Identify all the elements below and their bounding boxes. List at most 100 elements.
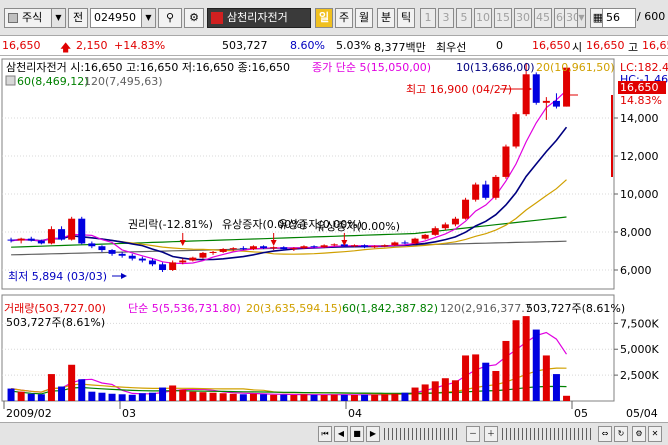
count-input[interactable]: 56 — [602, 8, 636, 28]
ma120-label: 120(7,495,63) — [84, 75, 163, 88]
volume-bar — [68, 364, 76, 401]
zoom-in-icon[interactable]: ＋ — [484, 426, 498, 442]
volume-bar — [361, 394, 369, 401]
current-price-tag-text: 16,650 — [620, 81, 659, 94]
stop-icon[interactable]: ■ — [350, 426, 364, 442]
period-day-button[interactable]: 일 — [315, 8, 333, 28]
candle-body — [522, 74, 530, 115]
price-tick-label: 8,000 — [620, 226, 652, 239]
candle-body — [27, 238, 35, 241]
candle-body — [270, 247, 278, 249]
volume-bar — [17, 391, 25, 401]
period-month-button[interactable]: 월 — [355, 8, 373, 28]
minute-3-button[interactable]: 3 — [438, 8, 454, 28]
candle-body — [431, 228, 439, 235]
search-icon: ⚲ — [165, 11, 175, 24]
candle-body — [350, 245, 358, 247]
x-tick-label: 2009/02 — [6, 407, 52, 420]
price-tick-label: 14,000 — [620, 112, 659, 125]
chevron-down-icon[interactable]: ▼ — [577, 9, 585, 27]
volume-bar — [300, 394, 308, 401]
current-price: 16,650 — [2, 39, 41, 52]
minute-1-label: 1 — [424, 11, 432, 24]
panel-config-icon[interactable] — [5, 75, 16, 86]
event-rights-off: 권리락(-12.81%) — [128, 218, 213, 231]
scroll-right-icon[interactable]: ▶ — [366, 426, 380, 442]
search-button[interactable]: ⚲ — [158, 8, 182, 28]
minute-10-button[interactable]: 10 — [474, 8, 492, 28]
settings-small-icon[interactable]: ⚙ — [632, 426, 646, 442]
x-right-label: 05/04 — [626, 407, 658, 420]
candle-body — [148, 260, 156, 265]
candle-body — [330, 244, 338, 246]
candle-body — [371, 246, 379, 248]
candle-body — [179, 260, 187, 263]
candle-body — [391, 242, 399, 246]
x-tick-label: 05 — [574, 407, 588, 420]
minute-45-label: 45 — [536, 11, 550, 24]
chevron-down-icon[interactable]: ▼ — [141, 9, 155, 27]
volume-ma5-label: 단순 5(5,536,731.80) — [128, 302, 241, 315]
candle-body — [462, 199, 470, 219]
volume-bar — [462, 355, 470, 401]
candle-body — [492, 176, 500, 198]
minute-15-button[interactable]: 15 — [494, 8, 512, 28]
zoom-out-icon[interactable]: － — [466, 426, 480, 442]
volume-bar — [159, 387, 167, 401]
chart-navigator: ⏮ ◀ ■ ▶ － ＋ ⇔ ↻ ⚙ ✕ — [0, 422, 668, 445]
period-minute-button[interactable]: 분 — [377, 8, 395, 28]
period-week-button[interactable]: 주 — [335, 8, 353, 28]
ma20-label: 20(10,961,50) — [536, 61, 615, 74]
candle-body — [411, 238, 419, 244]
minute-30-label: 30 — [516, 11, 530, 24]
candle-body — [169, 262, 177, 270]
scroll-track[interactable] — [384, 428, 460, 440]
first-page-icon[interactable]: ⏮ — [318, 426, 332, 442]
minute-30-button[interactable]: 30 — [514, 8, 532, 28]
volume-bar — [552, 374, 560, 401]
toolbar: 주식 ▼ 전 024950 ▼ ⚲ ⚙ 삼천리자전거 일 주 월 분 틱 1 3… — [0, 0, 668, 36]
settings-button[interactable]: ⚙ — [184, 8, 204, 28]
chevron-down-icon[interactable]: ▼ — [51, 9, 65, 27]
minute-3-label: 3 — [442, 11, 450, 24]
candle-body — [37, 240, 45, 244]
ratio-pct: 5.03% — [336, 39, 371, 52]
candle-body — [361, 245, 369, 248]
up-arrow-icon: 🡅 — [60, 41, 72, 54]
scroll-left-icon[interactable]: ◀ — [334, 426, 348, 442]
volume-bar — [249, 393, 257, 401]
refresh-icon[interactable]: ↻ — [614, 426, 628, 442]
volume-bar — [209, 392, 217, 401]
open-label: 시 — [572, 41, 583, 54]
minute-1-button[interactable]: 1 — [420, 8, 436, 28]
custom-minute-select[interactable]: 30 ▼ — [564, 8, 586, 28]
period-tick-button[interactable]: 틱 — [397, 8, 415, 28]
candle-body — [189, 257, 197, 261]
candle-body — [502, 146, 510, 177]
volume-bar — [381, 394, 389, 401]
volume-ma120-label: 120(2,916,377.7 — [440, 302, 532, 315]
minute-5-button[interactable]: 5 — [456, 8, 472, 28]
close-icon[interactable]: ✕ — [648, 426, 662, 442]
candle-body — [441, 224, 449, 229]
zoom-track[interactable] — [502, 428, 592, 440]
code-input[interactable]: 024950 ▼ — [90, 8, 156, 28]
candle-body — [199, 252, 207, 258]
volume-bar — [229, 393, 237, 401]
ask-price: 16,650 — [532, 39, 571, 52]
minute-45-button[interactable]: 45 — [534, 8, 552, 28]
candle-body — [482, 184, 490, 198]
market-select[interactable]: 주식 ▼ — [4, 8, 66, 28]
candle-body — [17, 238, 25, 241]
volume-current-label: 503,727주(8.61%) — [526, 302, 625, 315]
market-icon — [8, 13, 18, 23]
candle-body — [300, 246, 308, 249]
stock-chart[interactable]: 14,000 12,000 10,000 8,000 6,000 7,500K 5,000K… — [0, 57, 668, 422]
volume-bar — [290, 394, 298, 401]
volume-bar — [350, 394, 358, 401]
candle-body — [138, 258, 146, 261]
resize-icon[interactable]: ⇔ — [598, 426, 612, 442]
x-tick-label: 04 — [348, 407, 362, 420]
mode-button[interactable]: 전 — [68, 8, 88, 28]
chart-area[interactable]: 14,000 12,000 10,000 8,000 6,000 7,500K 5,000K… — [0, 57, 668, 422]
